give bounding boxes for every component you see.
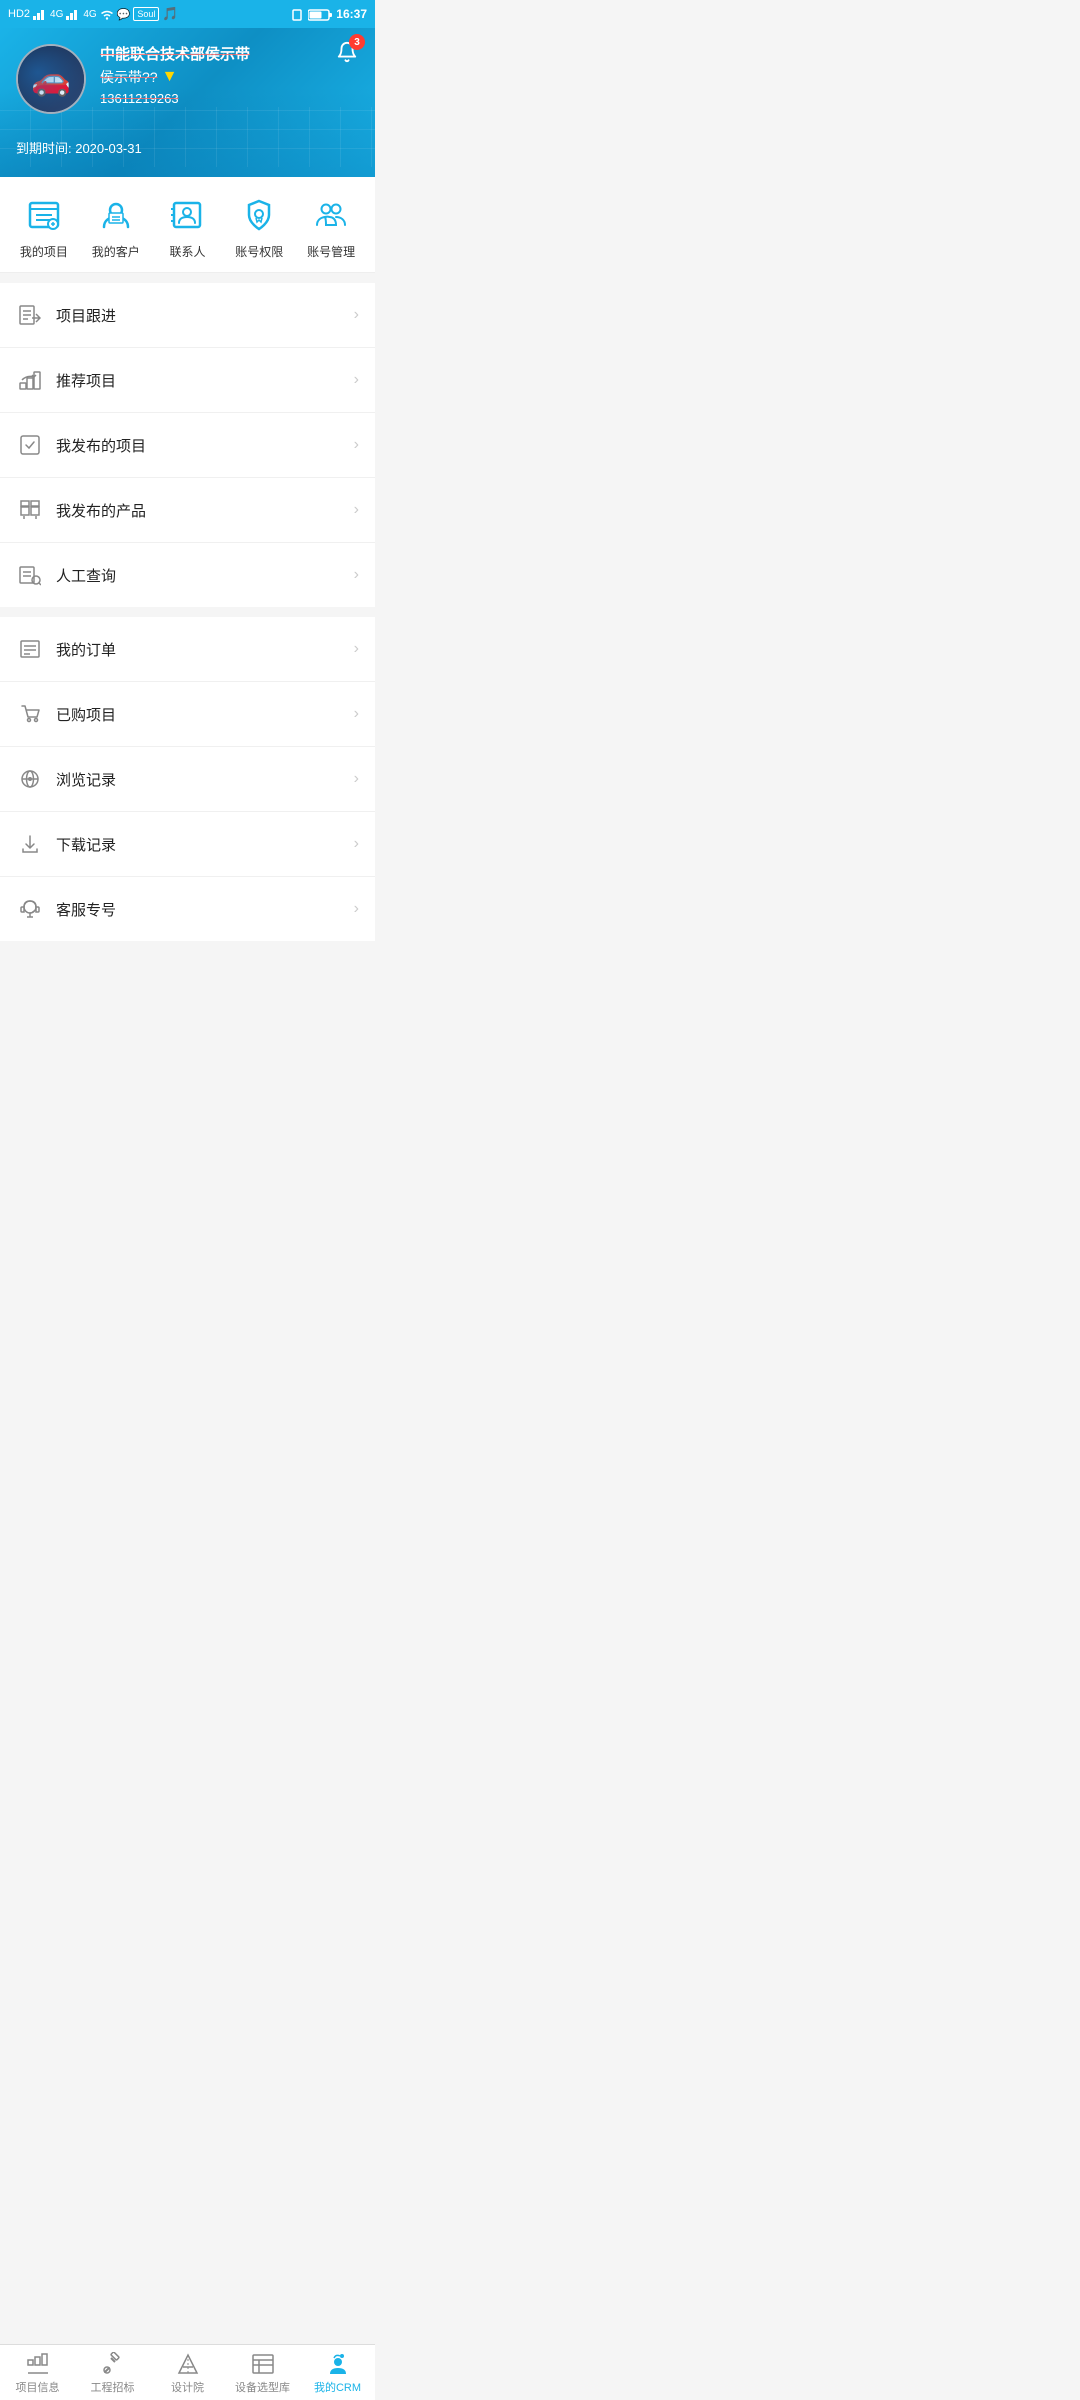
bottom-nav-my-crm[interactable]: 我的CRM [300, 2345, 375, 2400]
manual-query-icon [16, 561, 44, 589]
browse-history-icon [16, 765, 44, 793]
bottom-nav: 项目信息 工程招标 设计院 [0, 2344, 375, 2400]
engineering-bidding-icon [101, 2350, 125, 2376]
nav-account-permissions-label: 账号权限 [235, 243, 283, 260]
menu-item-browse-history[interactable]: 浏览记录 › [0, 747, 375, 812]
project-tracking-label: 项目跟进 [56, 305, 354, 326]
quick-nav: 我的项目 我的客户 联系人 [0, 177, 375, 273]
arrow-icon-8: › [354, 835, 359, 853]
customer-service-label: 客服专号 [56, 899, 354, 920]
time-display: 16:37 [336, 7, 367, 21]
my-orders-icon [16, 635, 44, 663]
arrow-icon-6: › [354, 705, 359, 723]
my-published-products-label: 我发布的产品 [56, 500, 354, 521]
menu-item-purchased-projects[interactable]: 已购项目 › [0, 682, 375, 747]
user-name: 侯示带?? [100, 67, 158, 87]
nav-contacts-label: 联系人 [169, 243, 205, 260]
my-crm-icon [326, 2350, 350, 2376]
my-published-projects-label: 我发布的项目 [56, 435, 354, 456]
menu-item-recommended-projects[interactable]: 推荐项目 › [0, 348, 375, 413]
download-history-icon [16, 830, 44, 858]
nav-my-projects-label: 我的项目 [20, 243, 68, 260]
wifi-icon [100, 8, 114, 20]
nav-account-permissions[interactable]: 账号权限 [223, 193, 295, 260]
project-info-icon [26, 2350, 50, 2376]
profile-info: 中能联合技术部侯示带 侯示带?? ▼ 13611219263 [100, 44, 359, 106]
expiry-date: 到期时间: 2020-03-31 [16, 138, 359, 157]
sim-label2: 4G [83, 9, 96, 20]
bottom-nav-design-institute[interactable]: 设计院 [150, 2345, 225, 2400]
bottom-nav-equipment-library-label: 设备选型库 [235, 2379, 290, 2395]
bottom-nav-my-crm-label: 我的CRM [314, 2379, 361, 2395]
avatar[interactable] [16, 44, 86, 114]
contacts-icon [165, 193, 209, 237]
my-orders-label: 我的订单 [56, 639, 354, 660]
my-projects-icon [22, 193, 66, 237]
menu-item-my-orders[interactable]: 我的订单 › [0, 617, 375, 682]
download-history-label: 下载记录 [56, 834, 354, 855]
arrow-icon-3: › [354, 501, 359, 519]
equipment-library-icon [251, 2350, 275, 2376]
purchased-projects-label: 已购项目 [56, 704, 354, 725]
status-left: HD2 4G 4G 💬 Soul 🎵 [8, 6, 179, 22]
menu-item-customer-service[interactable]: 客服专号 › [0, 877, 375, 941]
menu-item-download-history[interactable]: 下载记录 › [0, 812, 375, 877]
bottom-nav-engineering-bidding[interactable]: 工程招标 [75, 2345, 150, 2400]
arrow-icon-4: › [354, 566, 359, 584]
arrow-icon-9: › [354, 900, 359, 918]
recommended-projects-icon [16, 366, 44, 394]
nav-contacts[interactable]: 联系人 [152, 193, 224, 260]
browse-history-label: 浏览记录 [56, 769, 354, 790]
message-icon: 💬 [117, 8, 131, 21]
recommended-projects-label: 推荐项目 [56, 370, 354, 391]
vip-icon: ▼ [162, 68, 178, 86]
nav-my-customers-label: 我的客户 [92, 243, 140, 260]
account-permissions-icon [237, 193, 281, 237]
menu-section-1: 项目跟进 › 推荐项目 › [0, 283, 375, 607]
header-banner: 3 中能联合技术部侯示带 侯示带?? ▼ 13611219263 到期时间: 2… [0, 28, 375, 177]
phone-number: 13611219263 [100, 91, 359, 106]
nav-my-projects[interactable]: 我的项目 [8, 193, 80, 260]
bottom-nav-project-info[interactable]: 项目信息 [0, 2345, 75, 2400]
battery-icon [308, 7, 332, 21]
signal-4g2 [66, 8, 80, 20]
tiktok-icon: 🎵 [162, 6, 178, 22]
project-tracking-icon [16, 301, 44, 329]
purchased-projects-icon [16, 700, 44, 728]
menu-section-2: 我的订单 › 已购项目 › [0, 617, 375, 941]
nav-my-customers[interactable]: 我的客户 [80, 193, 152, 260]
vibrate-icon [290, 7, 304, 21]
menu-item-my-published-projects[interactable]: 我发布的项目 › [0, 413, 375, 478]
arrow-icon-0: › [354, 306, 359, 324]
design-institute-icon [176, 2350, 200, 2376]
manual-query-label: 人工查询 [56, 565, 354, 586]
my-published-products-icon [16, 496, 44, 524]
customer-service-icon [16, 895, 44, 923]
status-right: 16:37 [290, 7, 367, 21]
bottom-nav-design-institute-label: 设计院 [171, 2379, 204, 2395]
my-published-projects-icon [16, 431, 44, 459]
soul-icon: Soul [133, 7, 159, 21]
arrow-icon-1: › [354, 371, 359, 389]
sim-label: 4G [50, 9, 63, 20]
menu-item-project-tracking[interactable]: 项目跟进 › [0, 283, 375, 348]
nav-account-management-label: 账号管理 [307, 243, 355, 260]
arrow-icon-2: › [354, 436, 359, 454]
menu-item-manual-query[interactable]: 人工查询 › [0, 543, 375, 607]
account-management-icon [309, 193, 353, 237]
bottom-nav-engineering-bidding-label: 工程招标 [91, 2379, 135, 2395]
signal-4g1 [33, 8, 47, 20]
arrow-icon-5: › [354, 640, 359, 658]
bottom-nav-equipment-library[interactable]: 设备选型库 [225, 2345, 300, 2400]
company-name: 中能联合技术部侯示带 [100, 44, 359, 65]
menu-item-my-published-products[interactable]: 我发布的产品 › [0, 478, 375, 543]
content-area: 项目跟进 › 推荐项目 › [0, 283, 375, 1001]
network-indicator: HD2 [8, 8, 30, 20]
arrow-icon-7: › [354, 770, 359, 788]
status-bar: HD2 4G 4G 💬 Soul 🎵 16:37 [0, 0, 375, 28]
bottom-nav-project-info-label: 项目信息 [16, 2379, 60, 2395]
nav-account-management[interactable]: 账号管理 [295, 193, 367, 260]
my-customers-icon [94, 193, 138, 237]
